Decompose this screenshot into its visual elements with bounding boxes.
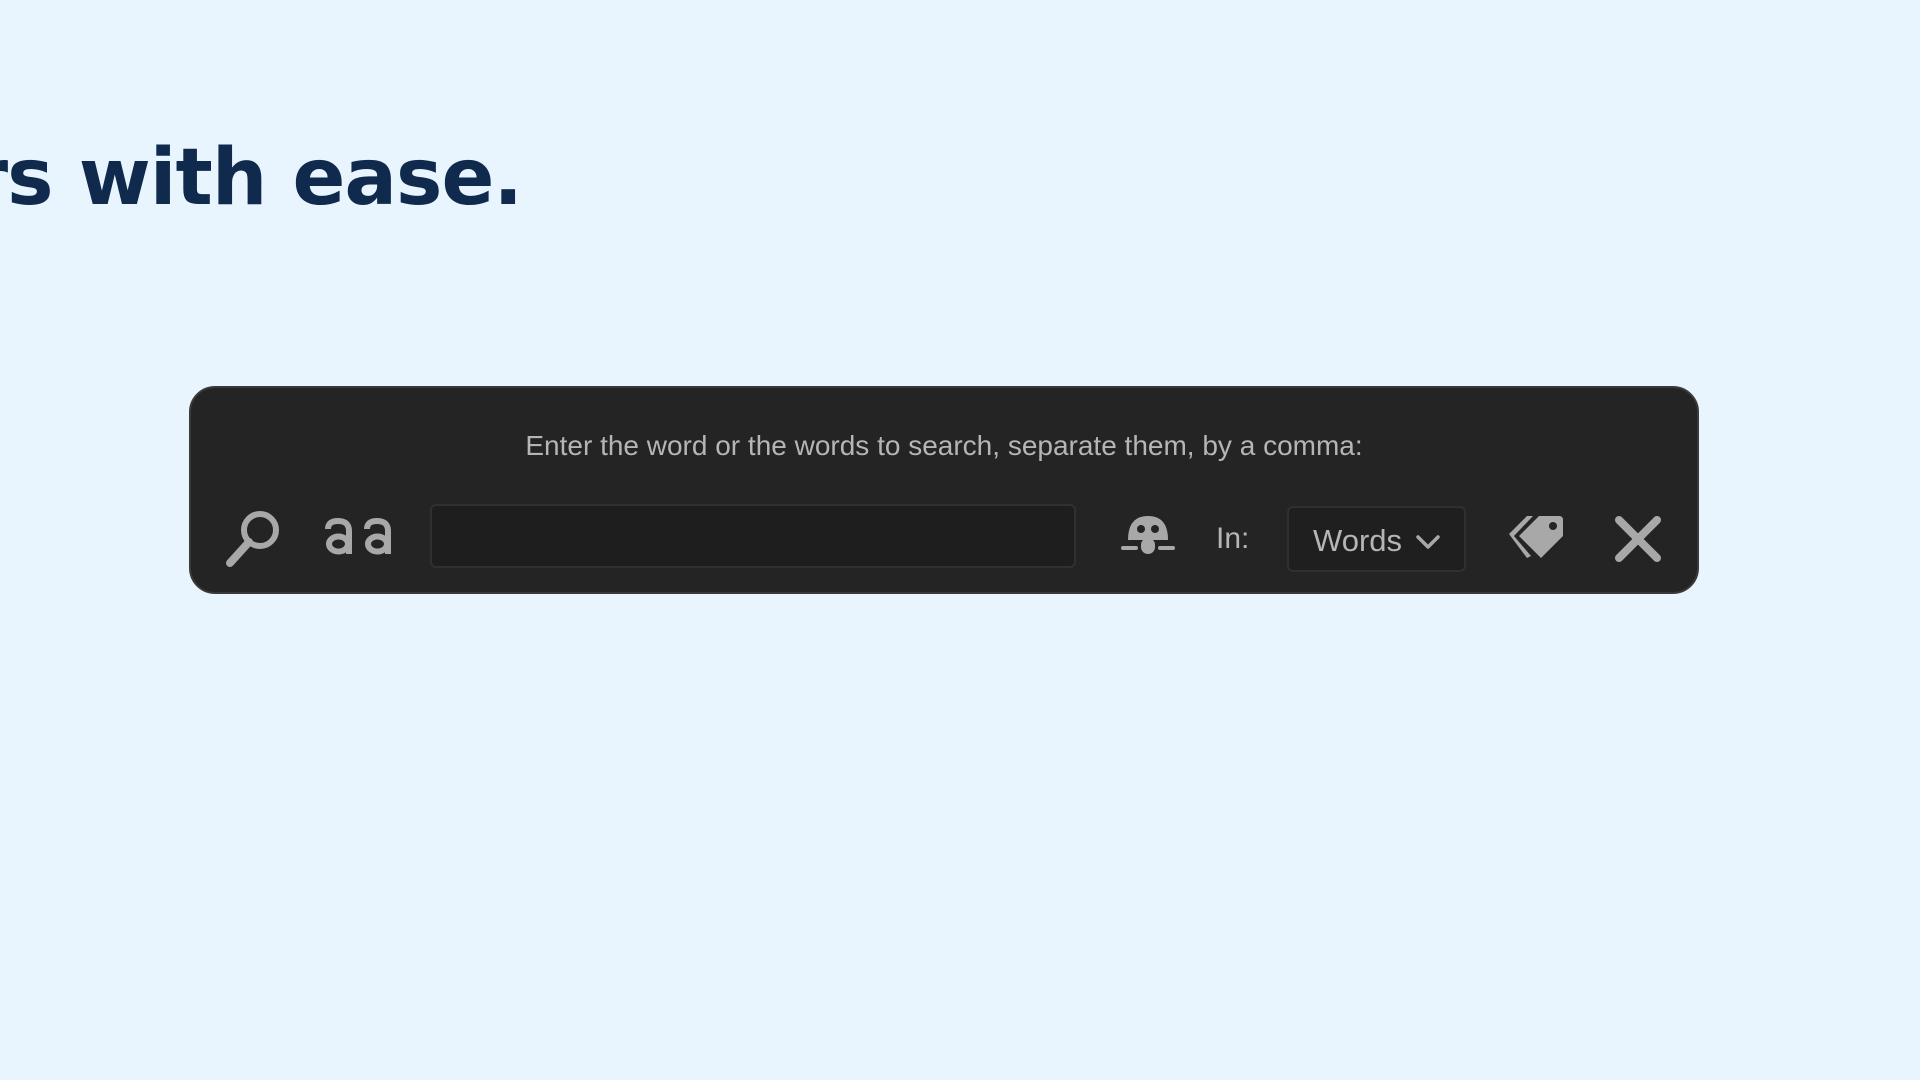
match-case-icon[interactable] [323,508,395,564]
tags-icon[interactable] [1507,512,1565,562]
chevron-down-icon [1416,535,1440,549]
search-input[interactable] [430,504,1076,568]
close-icon[interactable] [1613,514,1663,564]
in-label: In: [1216,522,1250,555]
search-scope-select[interactable]: Words [1287,506,1466,572]
page: yers with ease. Enter the word or the wo… [0,0,1920,1080]
search-icon[interactable] [225,508,285,570]
search-prompt: Enter the word or the words to search, s… [525,430,1363,461]
search-scope-value: Words [1313,523,1403,558]
page-headline: yers with ease. [0,133,523,223]
search-panel: Enter the word or the words to search, s… [189,386,1699,594]
ghost-icon[interactable] [1120,510,1176,562]
